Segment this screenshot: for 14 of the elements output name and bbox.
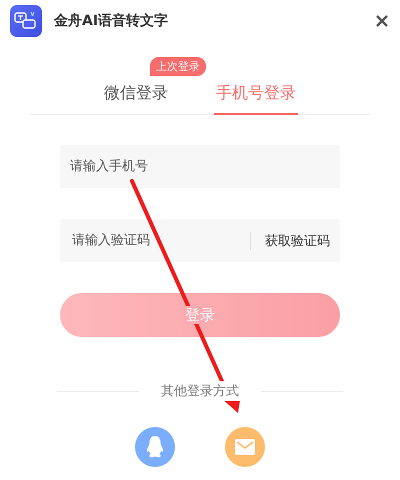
phone-field[interactable]: 请输入手机号: [60, 145, 340, 188]
close-icon[interactable]: [376, 15, 388, 27]
app-logo-icon: [10, 5, 42, 37]
code-input[interactable]: 请输入验证码: [70, 232, 236, 249]
envelope-icon: [235, 439, 255, 455]
other-login-label: 其他登录方式: [159, 381, 241, 401]
penguin-icon: [146, 436, 164, 458]
penguin-login-button[interactable]: [135, 427, 175, 467]
login-tab[interactable]: 微信登录: [102, 83, 170, 115]
window-title: 金舟AI语音转文字: [54, 12, 170, 30]
last-login-badge: 上次登录: [150, 57, 206, 76]
get-code-button[interactable]: 获取验证码: [265, 232, 330, 250]
email-login-button[interactable]: [225, 427, 265, 467]
code-field[interactable]: 请输入验证码 获取验证码: [60, 219, 340, 262]
